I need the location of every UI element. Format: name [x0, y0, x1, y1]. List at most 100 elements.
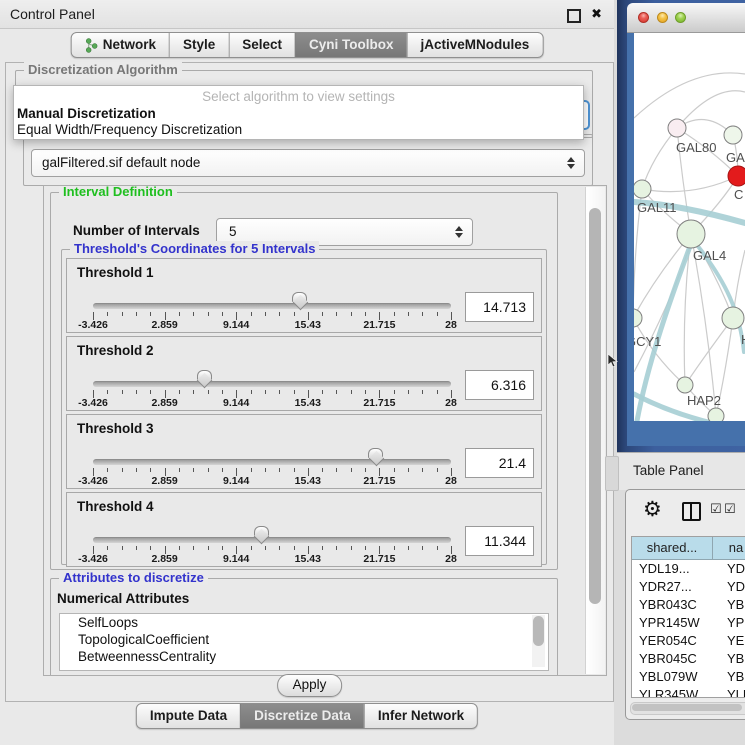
network-node-h[interactable]	[722, 307, 744, 329]
tab-label: Select	[242, 33, 282, 57]
table-row[interactable]: YER054CYER0	[632, 632, 745, 650]
apply-button[interactable]: Apply	[277, 674, 343, 697]
dropdown-option-equal-width-frequency[interactable]: Equal Width/Frequency Discretization	[14, 122, 583, 138]
network-edge[interactable]	[634, 234, 691, 318]
tick-mark	[222, 468, 223, 472]
slider-thumb[interactable]	[197, 370, 212, 388]
close-icon[interactable]: ✖	[591, 5, 602, 23]
tab-select[interactable]: Select	[228, 33, 295, 57]
checkbox-icon[interactable]: ☑	[724, 502, 736, 517]
number-of-intervals-label: Number of Intervals	[73, 223, 200, 238]
tick-label: -3.426	[78, 397, 108, 409]
stepper-arrows-icon[interactable]	[455, 226, 463, 238]
table-panel-window: ⚙ ☑ ☑ shared... na YDL19...YDL1YDR27...Y…	[625, 489, 745, 720]
columns-icon[interactable]	[682, 502, 701, 521]
numerical-attributes-label: Numerical Attributes	[57, 591, 189, 606]
network-node[interactable]	[708, 408, 724, 421]
threshold-value-field[interactable]: 21.4	[465, 448, 534, 478]
network-node-gal4[interactable]	[677, 220, 705, 248]
cell-name: YPR1	[719, 614, 745, 632]
minimize-traffic-light-icon[interactable]	[657, 12, 668, 23]
slider-thumb[interactable]	[368, 448, 383, 466]
tab-discretize-data[interactable]: Discretize Data	[240, 704, 364, 728]
settings-vertical-scrollbar[interactable]	[585, 187, 605, 674]
tick-mark	[279, 390, 280, 394]
network-node-gal80[interactable]	[668, 119, 686, 137]
slider-tick-labels: -3.4262.8599.14415.4321.71528	[93, 553, 451, 565]
tick-mark	[351, 468, 352, 472]
network-node-ga[interactable]	[724, 126, 742, 144]
gear-icon[interactable]: ⚙	[643, 497, 662, 521]
threshold-value-field[interactable]: 6.316	[465, 370, 534, 400]
threshold-value-field[interactable]: 14.713	[465, 292, 534, 322]
table-row[interactable]: YDL19...YDL1	[632, 560, 745, 578]
network-node-gal11[interactable]	[634, 180, 651, 198]
slider-thumb[interactable]	[292, 292, 307, 310]
tab-cyni-toolbox[interactable]: Cyni Toolbox	[295, 33, 407, 57]
scrollbar-thumb[interactable]	[589, 208, 601, 604]
dropdown-option-manual-discretization[interactable]: Manual Discretization	[14, 106, 583, 122]
numerical-attributes-list[interactable]: SelfLoopsTopologicalCoefficientBetweenne…	[59, 613, 549, 671]
slider-track[interactable]	[93, 537, 451, 543]
table-row[interactable]: YBL079WYBL0	[632, 668, 745, 686]
tick-mark	[150, 546, 151, 550]
slider-thumb[interactable]	[254, 526, 269, 544]
network-canvas[interactable]: GAL80GACGAL11GAL4GCY1HHAP2	[634, 33, 745, 421]
table-row[interactable]: YBR043CYBR0	[632, 596, 745, 614]
table-row[interactable]: YDR27...YDR2	[632, 578, 745, 596]
list-item-betweennesscentrality[interactable]: BetweennessCentrality	[60, 648, 548, 665]
tab-impute-data[interactable]: Impute Data	[137, 704, 240, 728]
tick-mark	[208, 390, 209, 394]
list-item-topologicalcoefficient[interactable]: TopologicalCoefficient	[60, 631, 548, 648]
panel-splitter-handle[interactable]	[605, 456, 619, 491]
zoom-traffic-light-icon[interactable]	[675, 12, 686, 23]
network-edge[interactable]	[642, 128, 677, 189]
stepper-arrows-icon[interactable]	[567, 157, 575, 169]
column-header-shared-name[interactable]: shared...	[632, 537, 713, 559]
tab-jactivemnodules[interactable]: jActiveMNodules	[407, 33, 543, 57]
table-row[interactable]: YPR145WYPR1	[632, 614, 745, 632]
list-item-selfloops[interactable]: SelfLoops	[60, 614, 548, 631]
tick-mark	[351, 390, 352, 394]
network-window-titlebar[interactable]	[627, 3, 745, 33]
tick-mark	[279, 468, 280, 472]
tab-infer-network[interactable]: Infer Network	[364, 704, 477, 728]
scrollbar-thumb[interactable]	[632, 704, 742, 711]
threshold-value-field[interactable]: 11.344	[465, 526, 534, 556]
network-edge[interactable]	[642, 176, 738, 192]
tick-mark	[136, 390, 137, 394]
table-data-combobox[interactable]: galFiltered.sif default node	[31, 149, 585, 177]
tick-label: 28	[445, 397, 457, 409]
table-header-row: shared... na	[632, 537, 745, 560]
node-label: GCY1	[634, 334, 661, 349]
slider-track[interactable]	[93, 303, 451, 309]
table-row[interactable]: YBR045CYBR0	[632, 650, 745, 668]
network-edge[interactable]	[685, 318, 733, 385]
tick-mark	[208, 468, 209, 472]
slider-track[interactable]	[93, 459, 451, 465]
tab-style[interactable]: Style	[169, 33, 228, 57]
cell-name: YER0	[719, 632, 745, 650]
float-window-icon[interactable]	[567, 9, 581, 23]
checkbox-icon[interactable]: ☑	[710, 502, 722, 517]
attributes-list-scrollbar[interactable]	[532, 615, 545, 667]
slider-track[interactable]	[93, 381, 451, 387]
column-header-name[interactable]: na	[713, 537, 745, 559]
table-horizontal-scrollbar[interactable]	[630, 702, 745, 715]
tick-mark	[422, 312, 423, 316]
top-tab-row: NetworkStyle Select Cyni ToolboxjActiveMNo…	[0, 29, 614, 63]
tab-network[interactable]: Network	[72, 33, 169, 57]
table-row[interactable]: YLR345WYLR3	[632, 686, 745, 698]
tick-label: -3.426	[78, 475, 108, 487]
network-edge[interactable]	[634, 73, 745, 118]
close-traffic-light-icon[interactable]	[638, 12, 649, 23]
network-node-gcy1[interactable]	[634, 309, 642, 327]
network-node-c[interactable]	[728, 166, 745, 186]
network-node-hap2[interactable]	[677, 377, 693, 393]
cell-name: YLR3	[719, 686, 745, 698]
interval-definition-group: Interval Definition Number of Intervals …	[50, 192, 558, 570]
tick-mark	[394, 390, 395, 394]
bottom-tab-row: Impute DataDiscretize DataInfer Network	[0, 700, 614, 734]
tick-mark	[365, 312, 366, 316]
dropdown-hint: Select algorithm to view settings	[14, 89, 583, 106]
